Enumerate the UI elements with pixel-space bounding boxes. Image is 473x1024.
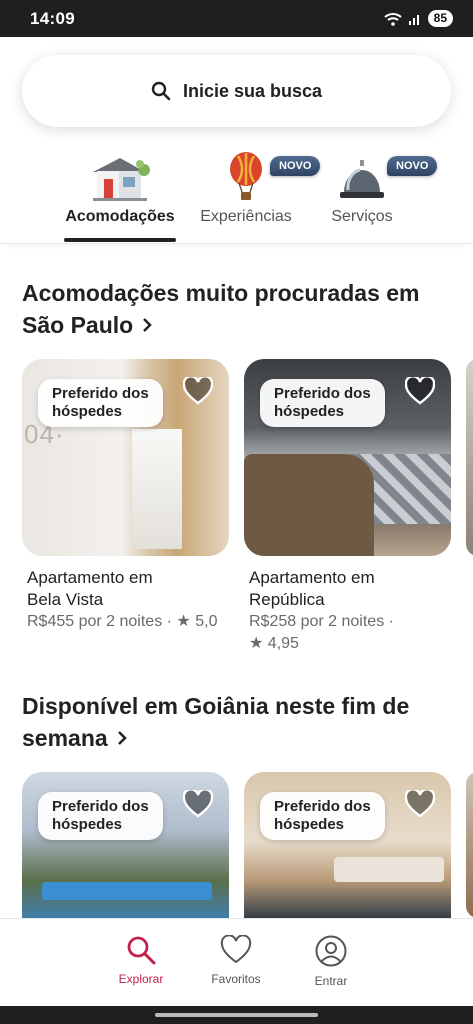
bottom-navigation: Explorar Favoritos Entrar [0,918,473,1006]
status-time: 14:09 [30,8,75,28]
star-icon: ★ [176,613,191,630]
status-bar: 14:09 85 [0,0,473,37]
search-bar[interactable]: Inicie sua busca [22,55,451,127]
new-badge-servicos: NOVO [387,156,438,176]
listing-rating: 5,0 [195,613,218,630]
listing-photo[interactable]: Preferido dos hóspedes [244,359,451,556]
search-placeholder: Inicie sua busca [182,80,323,101]
listing-rating: 4,95 [267,635,299,652]
heart-icon[interactable] [183,377,213,405]
heart-icon [220,935,252,964]
nav-entrar-label: Entrar [314,974,348,988]
house-icon [93,158,150,201]
status-icons: 85 [383,10,453,27]
blanket-decoration [244,454,374,556]
listing-meta: R$258 por 2 noites · ★ 4,95 [249,613,394,652]
pillows-decoration [334,857,444,882]
next-card-peek[interactable] [466,359,473,556]
listing-meta: R$455 por 2 noites · ★ 5,0 [27,613,218,630]
nav-entrar[interactable]: Entrar [291,935,371,988]
nav-explorar-label: Explorar [118,972,164,986]
listing-photo[interactable]: 04· Preferido dos hóspedes [22,359,229,556]
system-navigation-bar [0,1006,473,1024]
guest-favorite-badge: Preferido dos hóspedes [260,379,385,427]
service-bell-icon [340,160,384,198]
nav-favoritos-label: Favoritos [211,972,261,986]
chevron-right-icon [143,318,152,332]
wifi-icon [383,12,402,26]
search-icon [127,936,156,965]
nav-explorar[interactable]: Explorar [101,935,181,986]
new-badge-experiencias: NOVO [270,156,321,176]
search-icon [151,81,171,101]
nav-favoritos[interactable]: Favoritos [196,935,276,986]
category-tabs: Acomodações Experiências NOVO Serviços N… [0,152,473,244]
pool-decoration [42,882,212,900]
signal-icon [408,14,419,25]
hot-air-balloon-icon [230,152,262,200]
section-title-line1: Acomodações muito procuradas em [22,280,420,306]
tab-experiencias-label: Experiências [200,208,292,225]
star-icon: ★ [249,635,264,652]
listing-price: R$258 por 2 noites [249,613,385,630]
battery-indicator: 85 [427,10,453,27]
heart-icon[interactable] [405,790,435,818]
chevron-right-icon [117,731,127,745]
tab-servicos-label: Serviços [331,208,393,225]
listing-price: R$455 por 2 noites [27,613,163,630]
guest-favorite-badge: Preferido dos hóspedes [38,379,163,427]
guest-favorite-badge: Preferido dos hóspedes [260,792,385,840]
active-tab-indicator [64,238,176,242]
heart-icon[interactable] [405,377,435,405]
listing-card[interactable]: 04· Preferido dos hóspedes Apartamento em… [22,359,229,633]
profile-icon [315,935,347,967]
tab-acomodacoes[interactable]: Acomodações [62,152,178,226]
tab-acomodacoes-label: Acomodações [65,208,175,225]
heart-icon[interactable] [183,790,213,818]
listing-card[interactable]: Preferido dos hóspedes Apartamento em Repú… [244,359,451,655]
home-gesture-handle[interactable] [155,1013,318,1017]
guest-favorite-badge: Preferido dos hóspedes [38,792,163,840]
next-card-peek[interactable] [466,772,473,918]
listing-title: Apartamento em República [249,568,375,609]
section-title-sao-paulo[interactable]: Acomodações muito procuradas em São Paul… [22,277,420,341]
section-title-line1: Disponível em Goiânia neste fim de [22,693,410,719]
window-decoration [132,429,182,549]
listing-title: Apartamento em Bela Vista [27,568,153,609]
section-title-line2: São Paulo [22,312,134,338]
section-title-line2: semana [22,725,108,751]
section-title-goiania[interactable]: Disponível em Goiânia neste fim de seman… [22,690,409,754]
